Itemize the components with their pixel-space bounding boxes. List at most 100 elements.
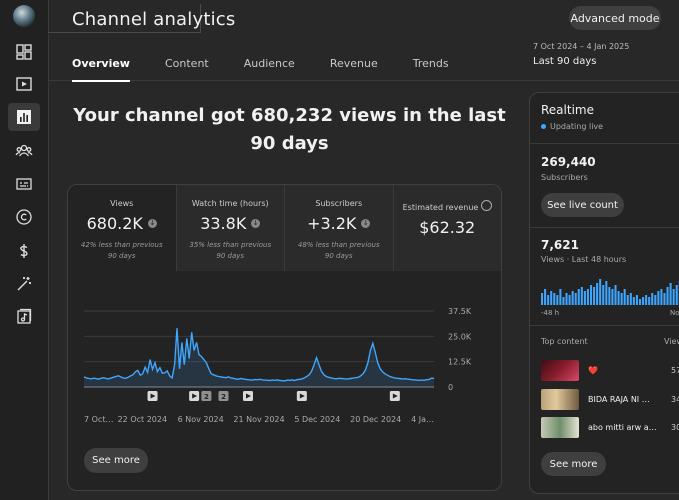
sidebar <box>0 0 49 500</box>
x-tick-label: 21 Nov 2024 <box>233 415 284 424</box>
realtime-bar <box>654 295 657 305</box>
realtime-bar <box>626 295 629 305</box>
realtime-bar <box>550 291 553 305</box>
realtime-bar <box>666 287 669 305</box>
realtime-bar <box>648 297 651 305</box>
video-title: abo mitti arw a… <box>588 423 657 432</box>
dashboard-icon[interactable] <box>8 38 40 66</box>
realtime-title: Realtime <box>541 103 594 117</box>
views-headline: Your channel got 680,232 views in the la… <box>73 105 506 154</box>
realtime-status: Updating live <box>550 122 604 131</box>
realtime-bar <box>608 287 611 305</box>
channel-avatar[interactable] <box>13 5 35 27</box>
realtime-bar <box>675 285 678 305</box>
see-live-count-button[interactable]: See live count <box>541 193 624 217</box>
tab-trends[interactable]: Trends <box>413 57 449 78</box>
realtime-bar <box>605 281 608 305</box>
see-more-button[interactable]: See more <box>84 448 148 473</box>
page-title: Channel analytics <box>72 9 236 30</box>
down-arrow-icon: ↓ <box>147 219 157 228</box>
metric-label: Subscribers <box>315 199 363 208</box>
tab-revenue[interactable]: Revenue <box>330 57 378 78</box>
realtime-bar <box>577 289 580 305</box>
top-content-item[interactable]: abo mitti arw a… 30 <box>541 417 679 439</box>
realtime-bar <box>611 289 614 305</box>
realtime-views: 7,621 <box>541 238 579 252</box>
video-thumbnail <box>541 360 579 381</box>
metric-subscribers[interactable]: Subscribers +3.2K ↓ 48% less than previou… <box>285 185 394 271</box>
realtime-bar <box>596 283 599 305</box>
divider <box>530 143 679 144</box>
realtime-bar <box>541 293 544 305</box>
top-content-item[interactable]: ❤️ 57 <box>541 360 679 382</box>
tab-audience[interactable]: Audience <box>244 57 295 78</box>
copyright-icon[interactable] <box>8 203 40 231</box>
realtime-bar <box>635 295 638 305</box>
content-icon[interactable] <box>8 70 40 98</box>
audio-library-icon[interactable] <box>8 303 40 331</box>
realtime-bar <box>642 297 645 305</box>
date-range-picker[interactable]: 7 Oct 2024 – 4 Jan 2025 Last 90 days <box>533 42 629 67</box>
metric-comparison: 48% less than previous 90 days <box>297 241 380 260</box>
video-thumbnail <box>541 417 579 438</box>
date-period: Last 90 days <box>533 56 597 67</box>
video-thumbnail <box>541 389 579 410</box>
metric-views[interactable]: Views 680.2K ↓ 42% less than previous 90 … <box>68 185 177 271</box>
subscriber-count: 269,440 <box>541 155 596 169</box>
top-content-item[interactable]: BIDA RAJA NI … 34 <box>541 389 679 411</box>
community-icon[interactable] <box>8 137 40 165</box>
y-tick-label: 25.0K <box>448 332 472 341</box>
realtime-bar <box>623 289 626 305</box>
top-content-label: Top content <box>541 337 588 346</box>
customization-icon[interactable] <box>8 270 40 298</box>
y-tick-label: 0 <box>448 383 453 392</box>
realtime-bar <box>617 291 620 305</box>
realtime-bar <box>589 285 593 305</box>
metric-value: 33.8K <box>200 214 247 233</box>
realtime-see-more-button[interactable]: See more <box>541 452 606 476</box>
realtime-bar <box>663 293 666 305</box>
x-tick-label: 20 Dec 2024 <box>350 415 401 424</box>
tab-content[interactable]: Content <box>165 57 209 78</box>
realtime-bar <box>568 295 571 305</box>
realtime-card: Realtime Updating live 269,440 Subscribe… <box>529 92 679 494</box>
analytics-icon[interactable] <box>8 103 40 131</box>
x-tick-label: 7 Oct… <box>84 415 113 424</box>
info-icon[interactable] <box>480 200 492 211</box>
video-views: 57 <box>671 366 679 375</box>
realtime-bar <box>593 287 596 305</box>
tab-overview[interactable]: Overview <box>72 57 130 82</box>
advanced-mode-button[interactable]: Advanced mode <box>569 6 661 30</box>
x-tick-label: 5 Dec 2024 <box>294 415 340 424</box>
views-column-label: View <box>664 337 679 346</box>
realtime-bar <box>651 293 654 305</box>
realtime-bar <box>602 285 605 305</box>
realtime-bar <box>565 293 568 305</box>
down-arrow-icon: ↓ <box>251 219 261 228</box>
subscriber-label: Subscribers <box>541 173 588 182</box>
divider <box>530 325 679 326</box>
video-title: ❤️ <box>588 366 598 375</box>
realtime-bar <box>559 289 562 305</box>
metric-comparison: 35% less than previous 90 days <box>189 241 272 260</box>
y-tick-label: 37.5K <box>448 307 472 316</box>
video-title: BIDA RAJA NI … <box>588 395 650 404</box>
axis-start: -48 h <box>541 309 560 317</box>
subtitles-icon[interactable] <box>8 170 40 198</box>
realtime-bar <box>660 289 663 305</box>
realtime-bar <box>672 289 675 305</box>
realtime-bar <box>645 295 648 305</box>
earn-icon[interactable] <box>8 237 40 265</box>
metric-revenue[interactable]: Estimated revenue $62.32 <box>393 185 501 271</box>
realtime-bar <box>586 289 589 305</box>
marker-count: 2 <box>204 393 209 401</box>
metric-watch-time[interactable]: Watch time (hours) 33.8K ↓ 35% less than … <box>176 185 285 271</box>
down-arrow-icon: ↓ <box>361 219 371 228</box>
metric-label: Watch time (hours) <box>191 199 269 208</box>
realtime-views-chart[interactable] <box>541 277 679 305</box>
views-chart[interactable]: 37.5K 25.0K 12.5K 0 2 2 7 Oct… 22 Oct 2024 6 Nov… <box>68 271 501 431</box>
realtime-bar <box>544 289 547 305</box>
metric-value: $62.32 <box>419 218 476 237</box>
top-bar: Channel analytics Advanced mode Overview… <box>48 0 679 82</box>
realtime-bar <box>614 285 617 305</box>
